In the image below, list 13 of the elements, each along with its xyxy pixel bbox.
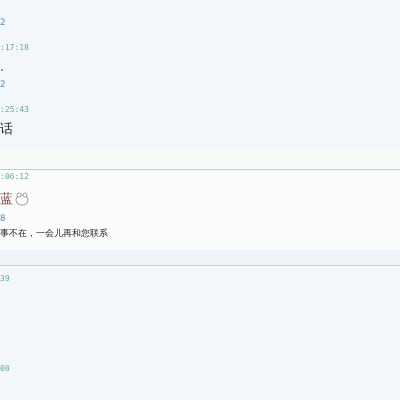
sender-name: 2 [0, 80, 6, 90]
sender-name: 8 [0, 214, 6, 224]
timestamp: 39 [0, 274, 10, 282]
message-text: 。 [0, 62, 9, 74]
timestamp: 08 [0, 364, 10, 372]
timestamp: :25:43 [0, 104, 29, 114]
message-text: 事不在，一会儿再和您联系 [0, 228, 108, 240]
message-text: 话 [0, 121, 13, 138]
sender-name: 2 [0, 18, 6, 28]
sticker-icon [14, 191, 30, 207]
timestamp: :06:12 [0, 172, 29, 180]
timestamp: :17:18 [0, 42, 29, 52]
message-text: 蓝 [0, 191, 13, 208]
